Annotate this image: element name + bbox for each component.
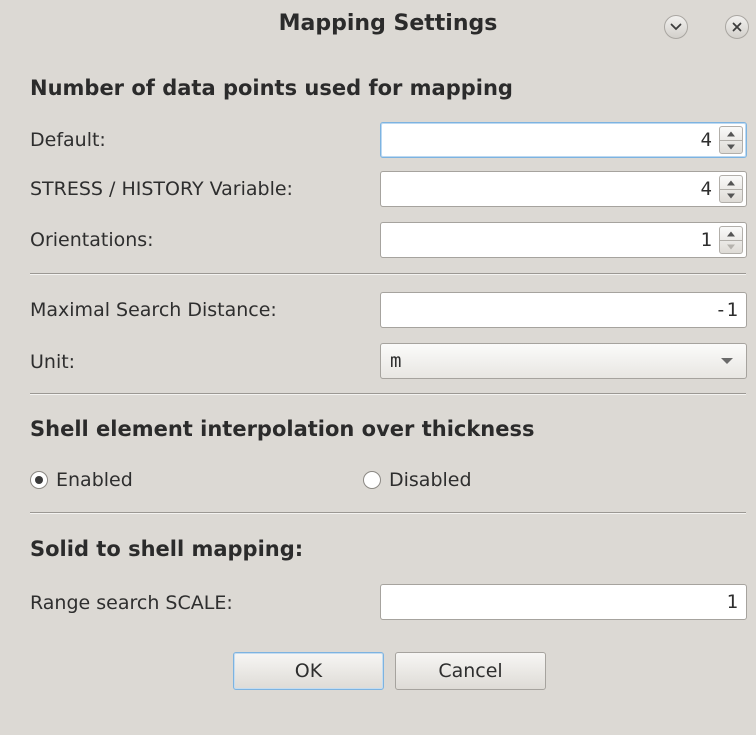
increment-icon[interactable]	[725, 178, 737, 188]
radio-unchecked-icon[interactable]	[363, 471, 381, 489]
title-bar[interactable]: Mapping Settings	[0, 0, 756, 58]
stress-stepper[interactable]	[719, 175, 743, 203]
chevron-down-icon	[670, 23, 682, 31]
separator	[30, 512, 746, 514]
disabled-label[interactable]: Disabled	[389, 469, 472, 491]
max-distance-label: Maximal Search Distance:	[30, 299, 277, 321]
unit-label: Unit:	[30, 351, 76, 373]
unit-value[interactable]: m	[390, 344, 401, 378]
orientations-spinbox[interactable]: 1	[380, 222, 747, 258]
close-button[interactable]	[725, 15, 749, 39]
shade-button[interactable]	[664, 15, 688, 39]
separator	[30, 393, 746, 395]
range-scale-label: Range search SCALE:	[30, 592, 233, 614]
window-title: Mapping Settings	[278, 11, 498, 36]
orientations-value[interactable]: 1	[701, 223, 712, 257]
decrement-icon[interactable]	[725, 191, 737, 201]
range-scale-input[interactable]: 1	[380, 584, 747, 620]
orientations-label: Orientations:	[30, 229, 154, 251]
unit-select[interactable]: m	[380, 343, 747, 379]
separator	[30, 273, 746, 275]
enabled-label[interactable]: Enabled	[56, 469, 133, 491]
stress-label: STRESS / HISTORY Variable:	[30, 178, 293, 200]
stress-spinbox[interactable]: 4	[380, 171, 747, 207]
range-scale-value[interactable]: 1	[727, 585, 738, 619]
mapping-settings-dialog: Mapping Settings Number of data points u…	[0, 0, 756, 735]
orientations-stepper[interactable]	[719, 226, 743, 254]
default-value[interactable]: 4	[701, 123, 712, 157]
stress-value[interactable]: 4	[701, 172, 712, 206]
ok-button[interactable]: OK	[233, 652, 384, 690]
chevron-down-icon[interactable]	[720, 357, 734, 365]
disabled-radio[interactable]: Disabled	[363, 466, 472, 494]
enabled-radio[interactable]: Enabled	[30, 466, 133, 494]
cancel-button[interactable]: Cancel	[395, 652, 546, 690]
shell-heading: Shell element interpolation over thickne…	[30, 417, 535, 441]
max-distance-value[interactable]: -1	[715, 293, 738, 327]
data-points-heading: Number of data points used for mapping	[30, 76, 513, 100]
decrement-icon[interactable]	[725, 142, 737, 152]
increment-icon[interactable]	[725, 229, 737, 239]
default-stepper[interactable]	[719, 126, 743, 154]
default-label: Default:	[30, 129, 106, 151]
max-distance-input[interactable]: -1	[380, 292, 747, 328]
radio-checked-icon[interactable]	[30, 471, 48, 489]
close-icon	[732, 22, 742, 32]
decrement-icon[interactable]	[725, 242, 737, 252]
solid-heading: Solid to shell mapping:	[30, 537, 304, 561]
increment-icon[interactable]	[725, 129, 737, 139]
default-spinbox[interactable]: 4	[380, 122, 747, 158]
